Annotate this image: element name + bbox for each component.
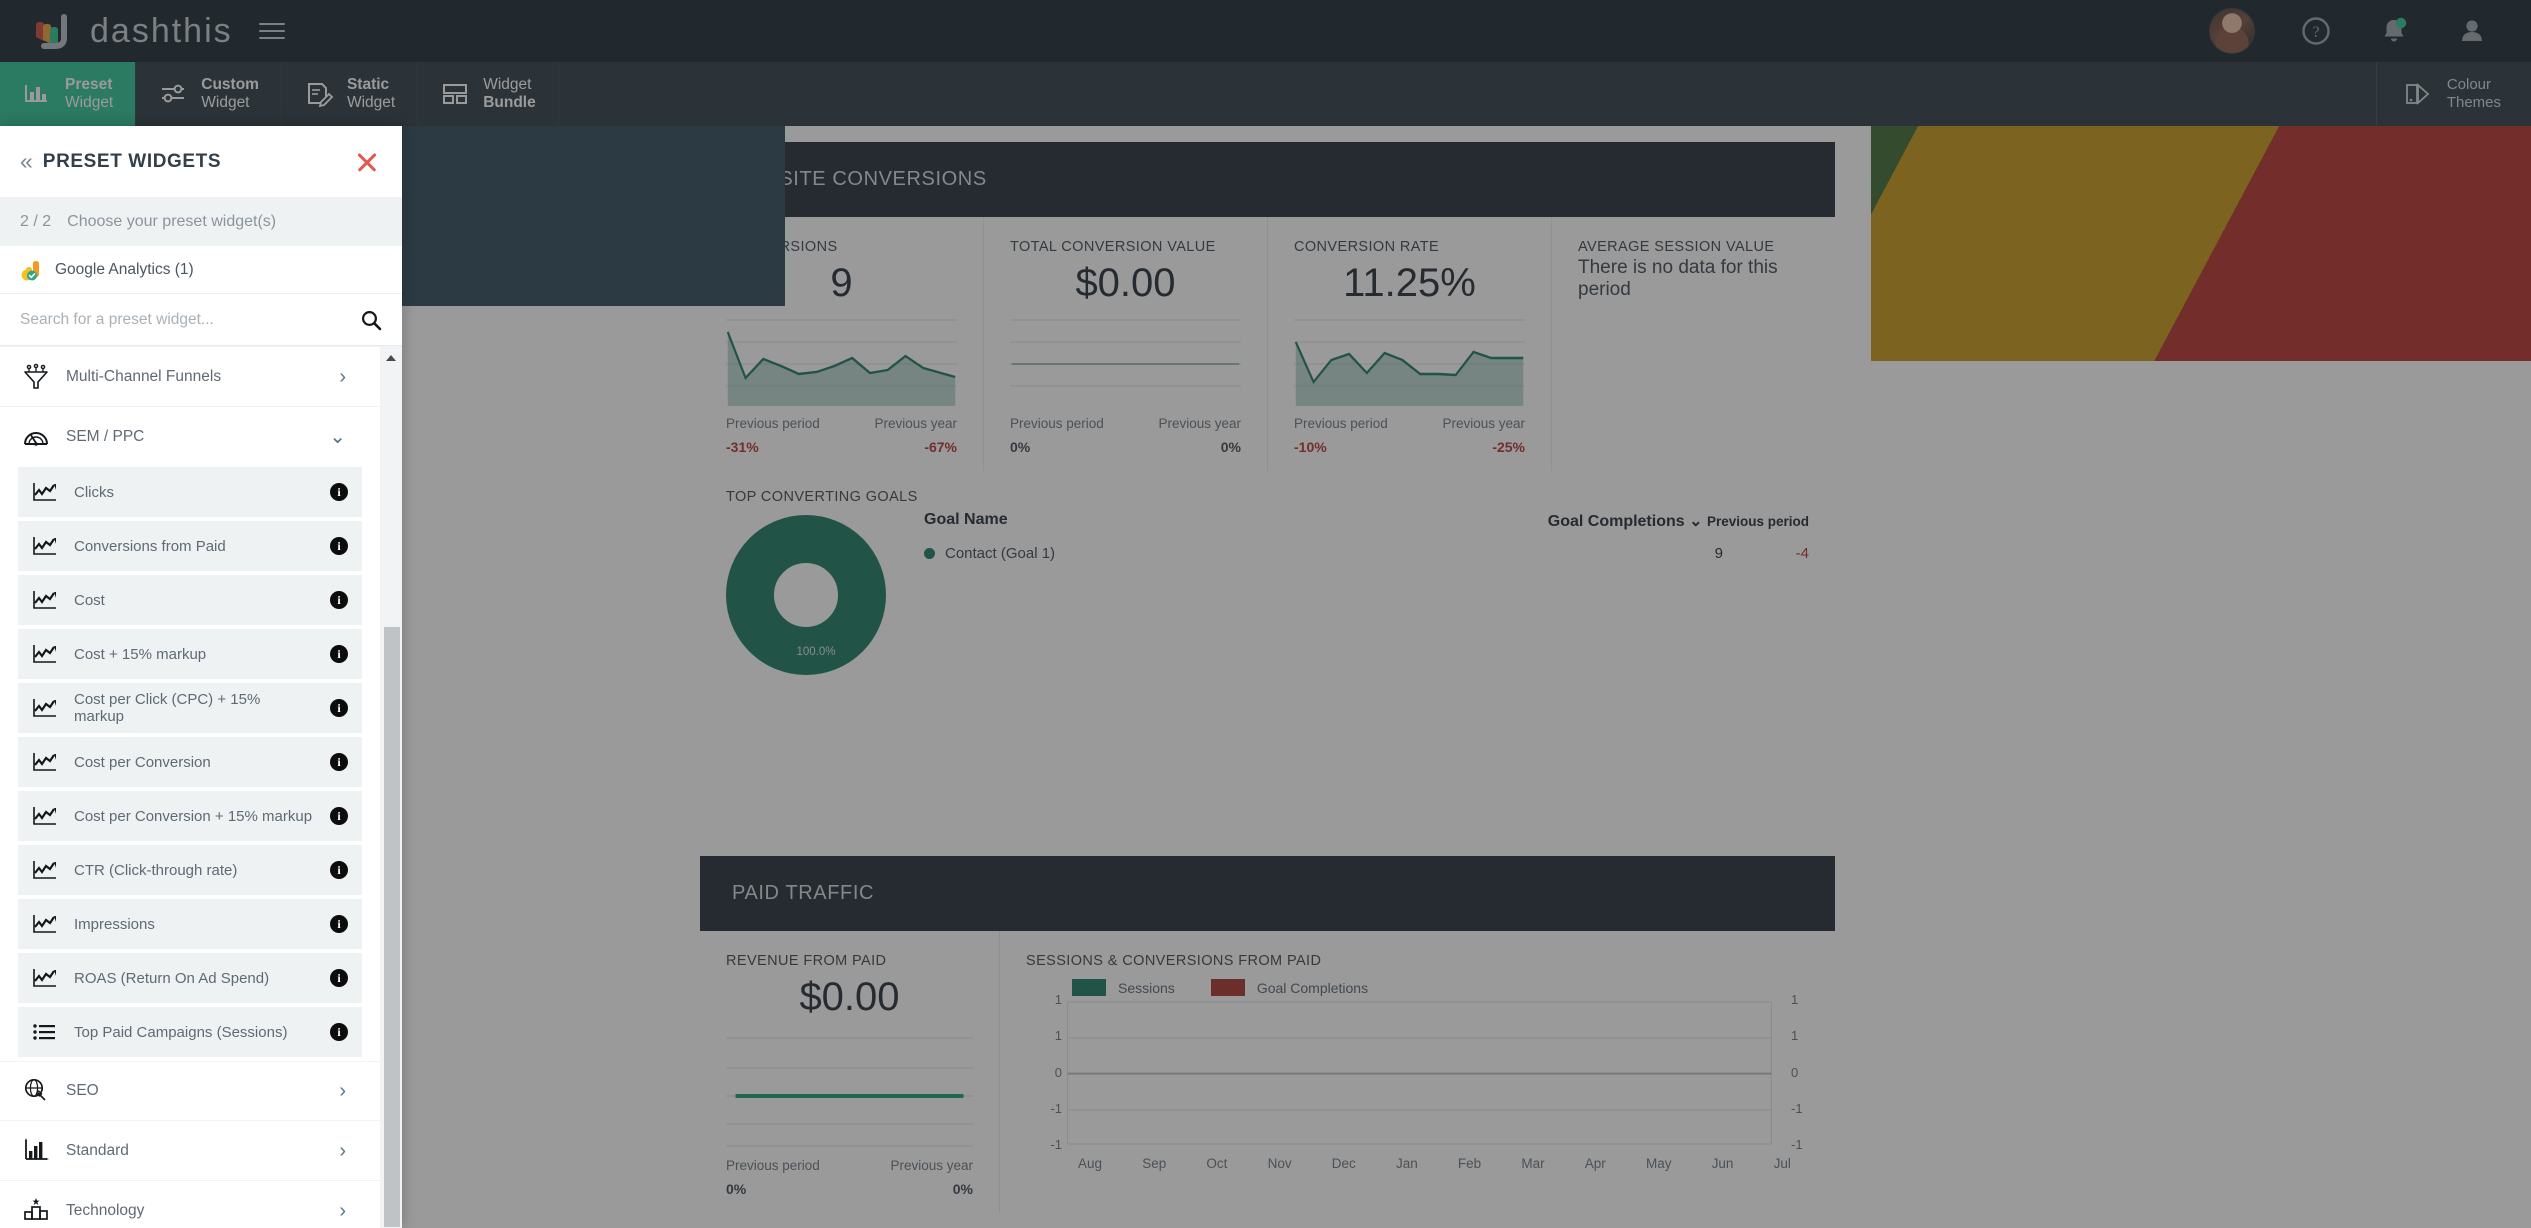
- category-label: Technology: [66, 1201, 145, 1219]
- widget-label: Impressions: [74, 915, 155, 933]
- widget-label: Cost: [74, 591, 105, 609]
- widget-label: Clicks: [74, 483, 114, 501]
- line-chart-icon: [32, 481, 58, 503]
- line-chart-icon: [32, 643, 58, 665]
- data-source-google-analytics[interactable]: Google Analytics (1): [0, 246, 402, 294]
- info-icon[interactable]: i: [330, 861, 348, 879]
- preset-widgets-panel: « PRESET WIDGETS 2 / 2 Choose your prese…: [0, 126, 402, 1228]
- search-icon[interactable]: [360, 309, 382, 331]
- chevron-right-icon[interactable]: ›: [339, 1141, 346, 1161]
- info-icon[interactable]: i: [330, 969, 348, 987]
- line-chart-icon: [32, 751, 58, 773]
- globe-search-icon: [22, 1077, 50, 1105]
- speedometer-icon: [22, 423, 50, 451]
- preset-panel-header: « PRESET WIDGETS: [0, 126, 402, 198]
- info-icon[interactable]: i: [330, 591, 348, 609]
- sidebar-item-technology[interactable]: Technology ›: [0, 1181, 380, 1228]
- data-source-label: Google Analytics (1): [55, 260, 194, 278]
- line-chart-icon: [32, 913, 58, 935]
- list-item[interactable]: Clicks i: [18, 467, 362, 517]
- podium-star-icon: [22, 1197, 50, 1225]
- chevron-down-icon[interactable]: ⌄: [329, 427, 346, 447]
- info-icon[interactable]: i: [330, 645, 348, 663]
- preset-list-viewport: Multi-Channel Funnels › SEM / PPC ⌄ Clic…: [0, 347, 380, 1228]
- info-icon[interactable]: i: [330, 753, 348, 771]
- scroll-up-button[interactable]: [380, 347, 402, 367]
- info-icon[interactable]: i: [330, 699, 348, 717]
- category-label: Multi-Channel Funnels: [66, 367, 222, 385]
- close-icon[interactable]: [354, 149, 380, 175]
- preset-widget-list: Multi-Channel Funnels › SEM / PPC ⌄ Clic…: [0, 346, 402, 1228]
- list-item[interactable]: Cost + 15% markup i: [18, 629, 362, 679]
- line-chart-icon: [32, 859, 58, 881]
- line-chart-icon: [32, 805, 58, 827]
- widget-label: Cost per Click (CPC) + 15% markup: [74, 691, 261, 725]
- widget-label: Cost per Conversion: [74, 753, 211, 771]
- info-icon[interactable]: i: [330, 483, 348, 501]
- sidebar-item-sem-ppc[interactable]: SEM / PPC ⌄: [0, 407, 380, 467]
- funnel-icon: [22, 363, 50, 391]
- list-item[interactable]: Top Paid Campaigns (Sessions) i: [18, 1007, 362, 1057]
- list-item[interactable]: Cost per Click (CPC) + 15% markup i: [18, 683, 362, 733]
- preset-panel-step: 2 / 2 Choose your preset widget(s): [0, 198, 402, 246]
- preset-search-row: [0, 294, 402, 346]
- category-label: Standard: [66, 1141, 129, 1159]
- list-item[interactable]: Impressions i: [18, 899, 362, 949]
- line-chart-icon: [32, 697, 58, 719]
- chevron-right-icon[interactable]: ›: [339, 367, 346, 387]
- list-icon: [32, 1021, 58, 1043]
- chevron-right-icon[interactable]: ›: [339, 1081, 346, 1101]
- line-chart-icon: [32, 535, 58, 557]
- list-item[interactable]: Cost per Conversion + 15% markup i: [18, 791, 362, 841]
- sidebar-item-seo[interactable]: SEO ›: [0, 1061, 380, 1121]
- info-icon[interactable]: i: [330, 915, 348, 933]
- widget-label: Cost + 15% markup: [74, 645, 207, 663]
- sidebar-item-multi-channel-funnels[interactable]: Multi-Channel Funnels ›: [0, 347, 380, 407]
- list-item[interactable]: Cost per Conversion i: [18, 737, 362, 787]
- step-counter: 2 / 2: [20, 213, 52, 230]
- step-instruction: Choose your preset widget(s): [67, 213, 277, 230]
- app-root: dashthis ? Preset Widget Custom Widget S…: [0, 0, 2531, 1228]
- list-item[interactable]: Cost i: [18, 575, 362, 625]
- widget-label: ROAS (Return On Ad Spend): [74, 969, 270, 987]
- search-input[interactable]: [20, 310, 360, 329]
- chevron-right-icon[interactable]: ›: [339, 1201, 346, 1221]
- widget-label: Top Paid Campaigns (Sessions): [74, 1023, 288, 1041]
- line-chart-icon: [32, 589, 58, 611]
- category-label: SEM / PPC: [66, 428, 145, 445]
- list-item[interactable]: Conversions from Paid i: [18, 521, 362, 571]
- sidebar-item-standard[interactable]: Standard ›: [0, 1121, 380, 1181]
- info-icon[interactable]: i: [330, 537, 348, 555]
- double-chevron-left-icon[interactable]: «: [20, 148, 33, 175]
- bar-graph-icon: [22, 1137, 50, 1165]
- list-item[interactable]: CTR (Click-through rate) i: [18, 845, 362, 895]
- widget-label: Conversions from Paid: [74, 537, 226, 555]
- widget-preview-placeholder: [402, 126, 785, 306]
- google-analytics-icon: [20, 259, 42, 281]
- line-chart-icon: [32, 967, 58, 989]
- info-icon[interactable]: i: [330, 1023, 348, 1041]
- category-label: SEO: [66, 1082, 99, 1099]
- list-item[interactable]: ROAS (Return On Ad Spend) i: [18, 953, 362, 1003]
- widget-label: CTR (Click-through rate): [74, 861, 238, 879]
- info-icon[interactable]: i: [330, 807, 348, 825]
- widget-label: Cost per Conversion + 15% markup: [74, 807, 313, 825]
- page-title: PRESET WIDGETS: [42, 150, 222, 172]
- scrollbar-thumb[interactable]: [384, 627, 400, 1227]
